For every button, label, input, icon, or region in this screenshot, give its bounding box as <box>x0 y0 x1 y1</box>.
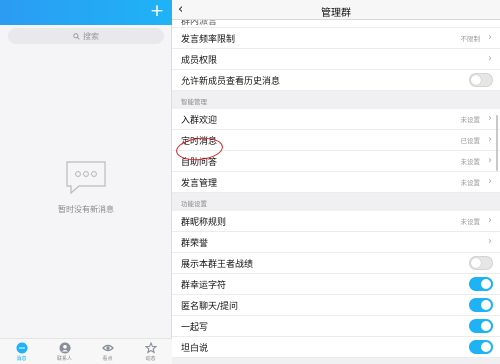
settings-list: 群内派言 发言频率限制 不限制 › 成员权限 › 允许新成员查看历史消息 智能管… <box>172 14 500 358</box>
nav-label: 动态 <box>145 356 156 362</box>
settings-row-speech-management[interactable]: 发言管理 未设置 › <box>172 172 500 193</box>
left-header: + <box>0 0 172 25</box>
empty-chat-icon <box>66 161 106 195</box>
eye-icon <box>101 344 114 352</box>
settings-row-king-glory: 展示本群王者战绩 <box>172 253 500 274</box>
row-label: 发言频率限制 <box>181 34 236 45</box>
lucky-char-toggle[interactable] <box>469 277 493 291</box>
empty-text: 暂时没有新消息 <box>58 205 114 214</box>
settings-row-lucky-char: 群幸运字符 <box>172 274 500 295</box>
chevron-right-icon: › <box>488 134 492 145</box>
chevron-right-icon: › <box>488 155 492 166</box>
chevron-right-icon: › <box>488 32 492 43</box>
row-value: 不限制 <box>460 35 481 43</box>
settings-row-scheduled-message[interactable]: 定时消息 已设置 › <box>172 130 500 151</box>
conversation-pane: + 搜索 暂时没有新消息 消息 联系人 看点 动态 <box>0 0 172 364</box>
search-placeholder: 搜索 <box>83 31 99 41</box>
row-label: 自助问答 <box>181 157 218 168</box>
row-label: 允许新成员查看历史消息 <box>181 76 281 87</box>
row-value: 未设置 <box>460 179 481 187</box>
search-input[interactable]: 搜索 <box>8 28 164 44</box>
row-value: 已设置 <box>460 137 481 145</box>
section-smart-management: 智能管理 <box>172 91 500 109</box>
nav-watch[interactable]: 看点 <box>93 342 123 362</box>
chevron-right-icon: › <box>488 215 492 226</box>
row-label: 匿名聊天/提问 <box>181 301 239 312</box>
nav-label: 消息 <box>16 356 27 362</box>
settings-row-confession: 坦白说 <box>172 337 500 358</box>
settings-row-speak-frequency[interactable]: 发言频率限制 不限制 › <box>172 28 500 49</box>
king-glory-toggle[interactable] <box>469 256 493 270</box>
row-label: 发言管理 <box>181 178 218 189</box>
group-settings-pane: 群内派言 发言频率限制 不限制 › 成员权限 › 允许新成员查看历史消息 智能管… <box>172 0 500 364</box>
bottom-nav: 消息 联系人 看点 动态 <box>0 338 172 364</box>
settings-row-group-honor[interactable]: 群荣誉 › <box>172 232 500 253</box>
star-icon <box>144 342 157 354</box>
scrollbar[interactable] <box>496 115 498 171</box>
row-label: 群昵称规则 <box>181 217 227 228</box>
nav-label: 看点 <box>102 356 113 362</box>
chevron-right-icon: › <box>488 236 492 247</box>
row-label: 展示本群王者战绩 <box>181 259 254 270</box>
add-button[interactable]: + <box>148 1 166 21</box>
section-function-settings: 功能设置 <box>172 193 500 211</box>
chevron-right-icon: › <box>488 176 492 187</box>
history-toggle[interactable] <box>469 73 493 87</box>
settings-row-member-permissions[interactable]: 成员权限 › <box>172 49 500 70</box>
settings-row-nickname-rules[interactable]: 群昵称规则 未设置 › <box>172 211 500 232</box>
chevron-right-icon: › <box>488 53 492 64</box>
nav-feed[interactable]: 动态 <box>136 342 166 362</box>
settings-row-history: 允许新成员查看历史消息 <box>172 70 500 91</box>
chat-icon <box>16 342 27 354</box>
row-label: 群幸运字符 <box>181 280 227 291</box>
settings-row-auto-answer[interactable]: 自助问答 未设置 › <box>172 151 500 172</box>
write-together-toggle[interactable] <box>469 319 493 333</box>
row-label: 一起写 <box>181 322 209 333</box>
nav-messages[interactable]: 消息 <box>7 342 37 362</box>
top-bar: ‹ 管理群 <box>172 0 500 20</box>
chevron-right-icon: › <box>488 113 492 124</box>
settings-row-write-together: 一起写 <box>172 316 500 337</box>
row-value: 未设置 <box>460 158 481 166</box>
settings-row-welcome[interactable]: 入群欢迎 未设置 › <box>172 109 500 130</box>
row-value: 未设置 <box>460 218 481 226</box>
row-label: 坦白说 <box>181 343 209 354</box>
contacts-icon <box>59 342 70 354</box>
page-title: 管理群 <box>321 8 351 19</box>
search-icon <box>73 32 80 40</box>
row-label: 定时消息 <box>181 136 218 147</box>
row-value: 未设置 <box>460 116 481 124</box>
empty-state: 暂时没有新消息 <box>0 160 172 215</box>
nav-label: 联系人 <box>56 356 72 362</box>
confession-toggle[interactable] <box>469 340 493 354</box>
nav-contacts[interactable]: 联系人 <box>50 342 80 362</box>
row-label: 成员权限 <box>181 55 218 66</box>
row-label: 入群欢迎 <box>181 115 218 126</box>
anonymous-toggle[interactable] <box>469 298 493 312</box>
row-label: 群荣誉 <box>181 238 209 249</box>
settings-row-anonymous: 匿名聊天/提问 <box>172 295 500 316</box>
